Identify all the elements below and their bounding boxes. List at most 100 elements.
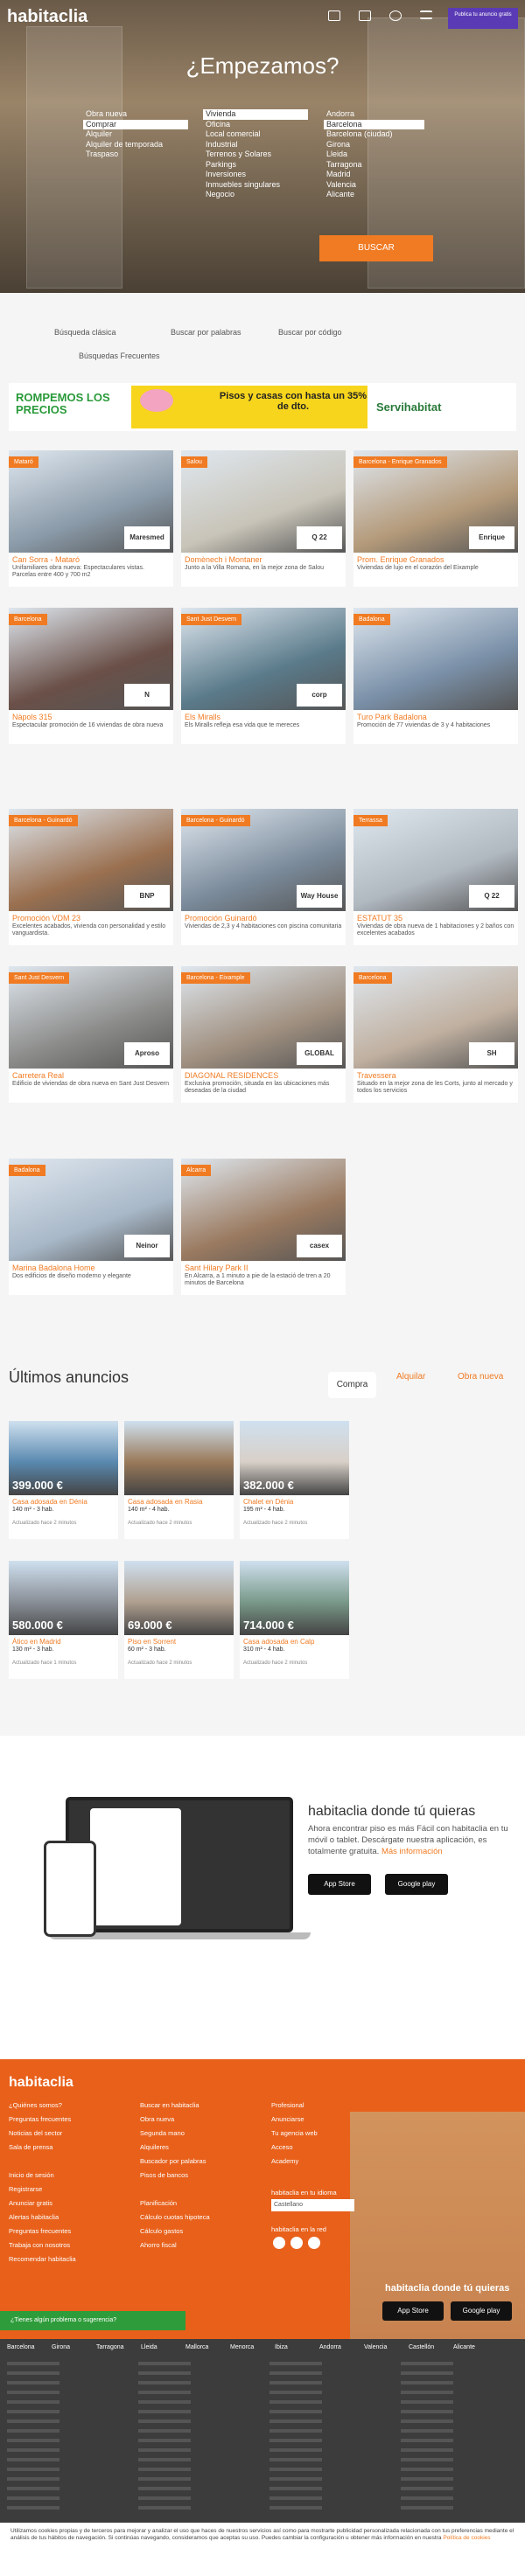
city-sublink[interactable]	[138, 2381, 191, 2385]
city-sublink[interactable]	[138, 2458, 191, 2461]
city-sublink[interactable]	[138, 2506, 191, 2510]
promo-card[interactable]: Barcelona N Nàpols 315 Espectacular promoci…	[9, 608, 173, 744]
footer-link[interactable]: Buscador por palabras	[140, 2157, 206, 2165]
city-sublink[interactable]	[138, 2429, 191, 2433]
city-sublink[interactable]	[401, 2400, 453, 2404]
city-sublink[interactable]	[270, 2400, 322, 2404]
ad-title[interactable]: Piso en Sorrent	[124, 1635, 234, 1646]
footer-link[interactable]: Segunda mano	[140, 2129, 185, 2137]
hero-option[interactable]: Vivienda	[203, 109, 308, 120]
city-link[interactable]: Barcelona	[7, 2344, 35, 2350]
city-sublink[interactable]	[138, 2362, 191, 2365]
footer-link[interactable]: Tu agencia web	[271, 2129, 318, 2137]
classic-search-link[interactable]: Búsqueda clásica	[54, 328, 116, 337]
promo-card[interactable]: Barcelona - Enrique Granados Enrique Gran…	[354, 450, 518, 587]
problem-button[interactable]: ¿Tienes algún problema o sugerencia?	[0, 2311, 186, 2330]
city-sublink[interactable]	[401, 2496, 453, 2500]
city-sublink[interactable]	[270, 2458, 322, 2461]
city-sublink[interactable]	[401, 2381, 453, 2385]
footer-link[interactable]: Trabaja con nosotros	[9, 2241, 70, 2249]
promo-card[interactable]: Terrassa Q 22 ESTATUT 35 Viviendas de obra …	[354, 809, 518, 945]
city-link[interactable]: Alicante	[453, 2344, 475, 2350]
promo-title[interactable]: Domènech i Montaner	[181, 553, 346, 564]
city-sublink[interactable]	[7, 2439, 60, 2442]
footer-link[interactable]: Profesional	[271, 2101, 304, 2109]
footer-link[interactable]: Anunciar gratis	[9, 2199, 52, 2207]
footer-link[interactable]: Preguntas frecuentes	[9, 2115, 71, 2123]
city-link[interactable]: Ibiza	[275, 2344, 288, 2350]
city-sublink[interactable]	[138, 2496, 191, 2500]
ad-title[interactable]: Ático en Madrid	[9, 1635, 118, 1646]
footer-google-play[interactable]: Google play	[451, 2301, 512, 2321]
city-sublink[interactable]	[7, 2410, 60, 2413]
city-sublink[interactable]	[270, 2419, 322, 2423]
hero-option[interactable]: Alicante	[324, 190, 424, 200]
city-sublink[interactable]	[138, 2371, 191, 2375]
hero-option[interactable]: Andorra	[324, 109, 424, 120]
city-sublink[interactable]	[270, 2429, 322, 2433]
city-sublink[interactable]	[138, 2439, 191, 2442]
city-sublink[interactable]	[7, 2487, 60, 2490]
ad-card[interactable]: 714.000 € Casa adosada en Calp 310 m² - 4 …	[240, 1561, 349, 1679]
menu-icon[interactable]	[420, 10, 432, 19]
hero-option[interactable]: Negocio	[203, 190, 308, 200]
footer-link[interactable]: Ahorro fiscal	[140, 2241, 177, 2249]
ad-card[interactable]: 69.000 € Piso en Sorrent 60 m² - 3 hab. Act…	[124, 1561, 234, 1679]
app-store-button[interactable]: App Store	[308, 1874, 371, 1895]
promo-title[interactable]: ESTATUT 35	[354, 911, 518, 922]
promo-card[interactable]: Salou Q 22 Domènech i Montaner Junto a la V…	[181, 450, 346, 587]
code-search-link[interactable]: Buscar por código	[278, 328, 342, 337]
hero-option[interactable]: Lleida	[324, 150, 424, 160]
folder-icon[interactable]	[359, 10, 371, 21]
city-sublink[interactable]	[7, 2448, 60, 2452]
promo-title[interactable]: Can Sorra - Mataró	[9, 553, 173, 564]
city-sublink[interactable]	[138, 2391, 191, 2394]
hero-option[interactable]: Barcelona (ciudad)	[324, 129, 424, 140]
city-sublink[interactable]	[138, 2448, 191, 2452]
ad-card[interactable]: Casa adosada en Rasia 140 m² - 4 hab. Actu…	[124, 1421, 234, 1539]
city-link[interactable]: Valencia	[364, 2344, 387, 2350]
city-sublink[interactable]	[401, 2506, 453, 2510]
promo-title[interactable]: Turo Park Badalona	[354, 710, 518, 721]
message-icon[interactable]	[328, 10, 340, 21]
hero-option[interactable]: Obra nueva	[83, 109, 188, 120]
promo-card[interactable]: Barcelona - Guinardó Way House Promoción G…	[181, 809, 346, 945]
city-sublink[interactable]	[7, 2506, 60, 2510]
city-sublink[interactable]	[401, 2362, 453, 2365]
city-sublink[interactable]	[7, 2477, 60, 2481]
city-sublink[interactable]	[401, 2391, 453, 2394]
city-sublink[interactable]	[7, 2381, 60, 2385]
hero-option[interactable]: Comprar	[83, 119, 188, 129]
city-sublink[interactable]	[401, 2419, 453, 2423]
footer-link[interactable]: Preguntas frecuentes	[9, 2227, 71, 2235]
city-sublink[interactable]	[270, 2381, 322, 2385]
city-link[interactable]: Mallorca	[186, 2344, 208, 2350]
hero-option[interactable]: Terrenos y Solares	[203, 150, 308, 160]
search-button[interactable]: BUSCAR	[319, 235, 433, 261]
google-play-button[interactable]: Google play	[385, 1874, 448, 1895]
promo-title[interactable]: Travessera	[354, 1069, 518, 1080]
city-sublink[interactable]	[270, 2468, 322, 2471]
city-sublink[interactable]	[270, 2487, 322, 2490]
city-link[interactable]: Andorra	[319, 2344, 341, 2350]
ad-title[interactable]: Chalet en Dénia	[240, 1495, 349, 1506]
promo-title[interactable]: Nàpols 315	[9, 710, 173, 721]
ad-card[interactable]: 399.000 € Casa adosada en Dénia 140 m² - 3…	[9, 1421, 118, 1539]
promo-title[interactable]: DIAGONAL RESIDENCES	[181, 1069, 346, 1080]
hero-option[interactable]: Inmuebles singulares	[203, 180, 308, 191]
twitter-icon[interactable]	[273, 2237, 285, 2249]
ad-card[interactable]: 580.000 € Ático en Madrid 130 m² - 3 hab. A…	[9, 1561, 118, 1679]
hero-option[interactable]: Alquiler	[83, 129, 188, 140]
ad-title[interactable]: Casa adosada en Rasia	[124, 1495, 234, 1506]
footer-link[interactable]: Anunciarse	[271, 2115, 304, 2123]
logo[interactable]: habitaclia	[7, 7, 88, 27]
city-link[interactable]: Menorca	[230, 2344, 254, 2350]
city-sublink[interactable]	[401, 2410, 453, 2413]
city-sublink[interactable]	[401, 2429, 453, 2433]
city-sublink[interactable]	[270, 2506, 322, 2510]
city-sublink[interactable]	[401, 2439, 453, 2442]
promo-title[interactable]: Marina Badalona Home	[9, 1261, 173, 1272]
city-sublink[interactable]	[7, 2400, 60, 2404]
city-sublink[interactable]	[270, 2439, 322, 2442]
city-sublink[interactable]	[401, 2458, 453, 2461]
